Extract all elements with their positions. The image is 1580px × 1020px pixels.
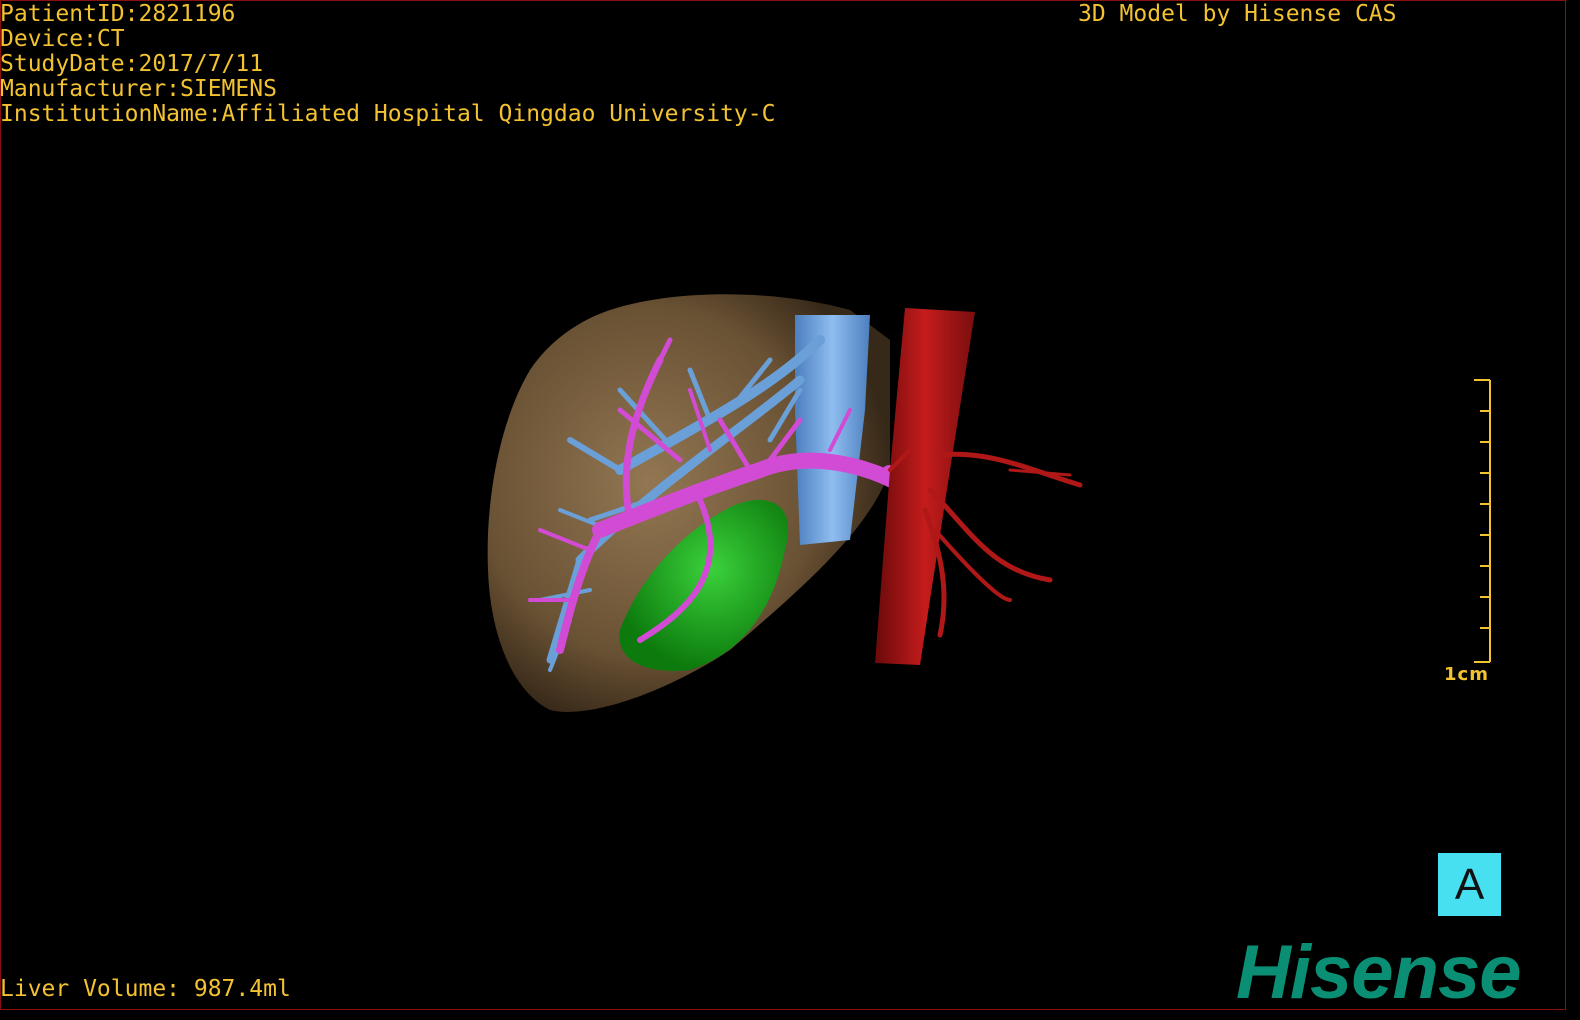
liver-volume: Liver Volume: 987.4ml [0,976,291,1002]
patient-id: PatientID:2821196 [0,1,236,27]
institution-name: InstitutionName:Affiliated Hospital Qing… [0,101,776,127]
manufacturer: Manufacturer:SIEMENS [0,76,277,102]
dicom-info-overlay: PatientID:2821196 Device:CT StudyDate:20… [0,2,775,127]
liver-3d-model[interactable] [470,270,1110,730]
study-date: StudyDate:2017/7/11 [0,51,264,77]
scale-bar-label: 1cm [1444,664,1489,685]
hisense-logo: Hisense [1236,930,1521,1015]
model-credit: 3D Model by Hisense CAS [1078,1,1397,27]
device: Device:CT [0,26,125,52]
scale-bar [1474,379,1491,663]
orientation-marker[interactable]: A [1438,853,1501,916]
